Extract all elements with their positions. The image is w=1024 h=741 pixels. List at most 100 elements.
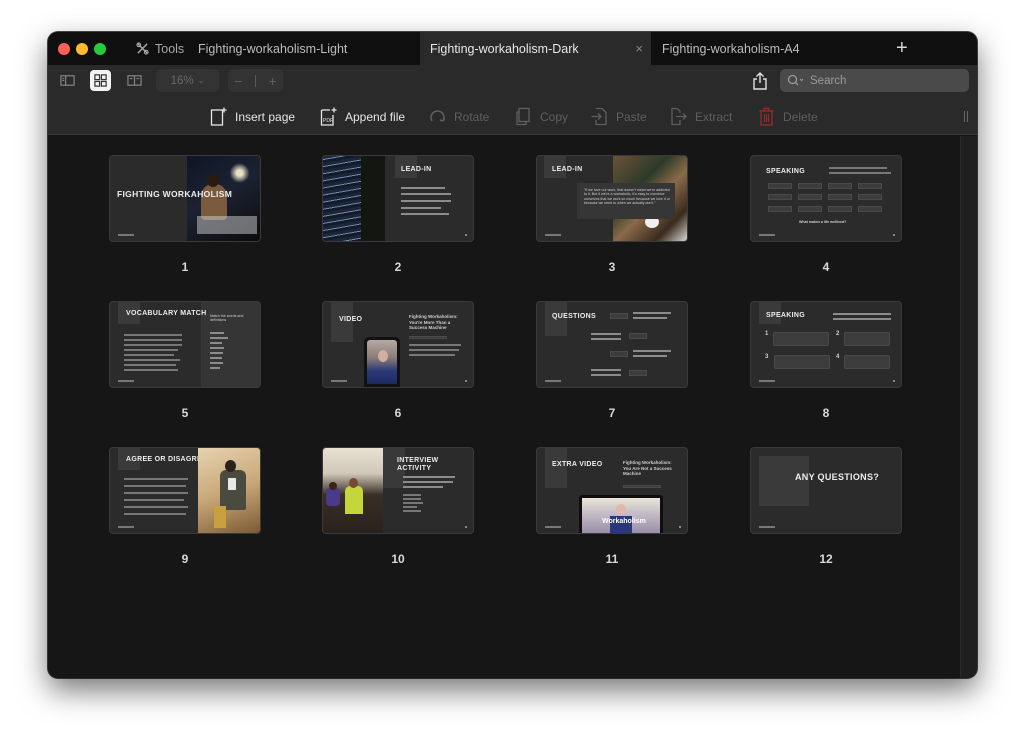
- plus-icon: +: [896, 37, 908, 59]
- insert-page-icon: [210, 107, 227, 126]
- close-window-button[interactable]: [58, 43, 70, 55]
- slide-subtitle: Match the words and definitions: [210, 314, 244, 323]
- new-tab-button[interactable]: +: [896, 37, 908, 60]
- slide-title: ANY QUESTIONS?: [795, 472, 880, 482]
- answer-box: [610, 351, 628, 357]
- tab-fighting-workaholism-dark[interactable]: Fighting-workaholism-Dark ×: [420, 32, 651, 65]
- share-icon[interactable]: [752, 72, 768, 90]
- zoom-in-button[interactable]: +: [269, 73, 277, 89]
- text-line: [409, 354, 455, 356]
- text-line: [124, 334, 182, 336]
- grid-icon: [94, 74, 107, 87]
- append-file-button[interactable]: PDF Append file: [320, 98, 405, 135]
- text-line: [401, 207, 441, 209]
- minimize-window-button[interactable]: [76, 43, 88, 55]
- page-thumbnail-4[interactable]: SPEAKING What makes a life wellived?: [751, 156, 901, 241]
- insert-page-button[interactable]: Insert page: [210, 98, 295, 135]
- page-thumbnail-2[interactable]: LEAD-IN: [323, 156, 473, 241]
- page-thumbnail-12[interactable]: ANY QUESTIONS?: [751, 448, 901, 533]
- tab-label: Fighting-workaholism-Light: [198, 41, 348, 56]
- text-line: [124, 499, 184, 501]
- item-number: 4: [836, 354, 840, 360]
- question-line: [633, 312, 671, 314]
- toolbar-resize-handle[interactable]: [964, 111, 968, 122]
- tab-fighting-workaholism-a4[interactable]: Fighting-workaholism-A4: [662, 32, 800, 65]
- question-line: [591, 374, 621, 376]
- zoom-out-button[interactable]: −: [234, 73, 242, 89]
- text-line: [403, 476, 455, 478]
- extract-button[interactable]: Extract: [670, 98, 732, 135]
- extract-icon: [671, 107, 687, 126]
- grid-view-button[interactable]: [90, 70, 111, 91]
- answer-box: [629, 370, 647, 376]
- slide-page-marker: [893, 234, 895, 236]
- delete-button[interactable]: Delete: [758, 98, 818, 135]
- page-thumbnail-3[interactable]: LEAD-IN "If we love our work, that doesn…: [537, 156, 687, 241]
- tab-fighting-workaholism-light[interactable]: Fighting-workaholism-Light: [198, 32, 347, 65]
- page-thumbnail-9[interactable]: AGREE OR DISAGREE: [110, 448, 260, 533]
- vertical-scrollbar[interactable]: [960, 136, 977, 678]
- slide-footer: [545, 380, 561, 382]
- text-line: [124, 478, 188, 480]
- page-number: 7: [608, 406, 616, 420]
- slide-footer: [759, 234, 775, 236]
- zoom-stepper: − +: [228, 69, 283, 92]
- page-number: 9: [181, 552, 189, 566]
- search-field[interactable]: [780, 69, 969, 92]
- chevron-down-icon: ⌄: [197, 76, 205, 85]
- two-page-view-button[interactable]: [124, 70, 145, 91]
- phone-video-preview: [364, 337, 400, 387]
- text-line: [409, 349, 459, 351]
- slide-title: VOCABULARY MATCH: [126, 310, 207, 317]
- close-tab-icon[interactable]: ×: [635, 41, 643, 56]
- text-line: [829, 167, 887, 169]
- page-number: 3: [608, 260, 616, 274]
- app-window: Tools Fighting-workaholism-Light Fightin…: [48, 32, 977, 678]
- question-line: [633, 350, 671, 352]
- slide-dark-strip: [361, 156, 385, 241]
- delete-label: Delete: [783, 109, 818, 124]
- paste-button[interactable]: Paste: [591, 98, 647, 135]
- factor-box: [768, 183, 792, 189]
- tools-button[interactable]: Tools: [136, 32, 184, 65]
- fullscreen-window-button[interactable]: [94, 43, 106, 55]
- zoom-level-select[interactable]: 16% ⌄: [156, 69, 219, 92]
- question-line: [633, 317, 667, 319]
- factor-box: [798, 206, 822, 212]
- bullet-line: [403, 498, 421, 500]
- slide-footer: [331, 380, 347, 382]
- sidebar-view-button[interactable]: [57, 70, 78, 91]
- page-thumbnail-5[interactable]: VOCABULARY MATCH Match the words and def…: [110, 302, 260, 387]
- video-heading: Fighting Workaholism: You Are Not a Succ…: [623, 460, 672, 477]
- page-number: 6: [394, 406, 402, 420]
- word-line: [210, 352, 223, 354]
- sidebar-icon: [60, 75, 75, 86]
- factor-box: [828, 183, 852, 189]
- factor-box: [768, 194, 792, 200]
- paste-label: Paste: [616, 109, 647, 124]
- slide-title: QUESTIONS: [552, 313, 596, 320]
- copy-label: Copy: [540, 109, 569, 124]
- laptop-video-preview: Workaholism: [579, 495, 663, 533]
- text-line: [401, 213, 449, 215]
- page-thumbnail-6[interactable]: VIDEO Fighting Workaholism: You're More …: [323, 302, 473, 387]
- page-thumbnail-11[interactable]: EXTRA VIDEO Fighting Workaholism: You Ar…: [537, 448, 687, 533]
- page-thumbnail-10[interactable]: INTERVIEW ACTIVITY: [323, 448, 473, 533]
- slide-title: SPEAKING: [766, 168, 805, 175]
- slide-footer: [118, 234, 134, 236]
- text-line: [124, 344, 182, 346]
- search-input[interactable]: [810, 74, 950, 87]
- page-thumbnail-7[interactable]: QUESTIONS: [537, 302, 687, 387]
- copy-button[interactable]: Copy: [515, 98, 568, 135]
- quote-card: [844, 332, 890, 346]
- text-line: [124, 339, 182, 341]
- page-thumbnail-8[interactable]: SPEAKING 1 2 3 4: [751, 302, 901, 387]
- page-thumbnail-1[interactable]: FIGHTING WORKAHOLISM: [110, 156, 260, 241]
- two-page-icon: [127, 75, 142, 86]
- page-number: 8: [822, 406, 830, 420]
- rotate-button[interactable]: Rotate: [429, 98, 489, 135]
- svg-text:PDF: PDF: [323, 118, 333, 124]
- rotate-label: Rotate: [454, 109, 490, 124]
- slide-page-marker: [465, 380, 467, 382]
- page-number: 11: [605, 552, 619, 566]
